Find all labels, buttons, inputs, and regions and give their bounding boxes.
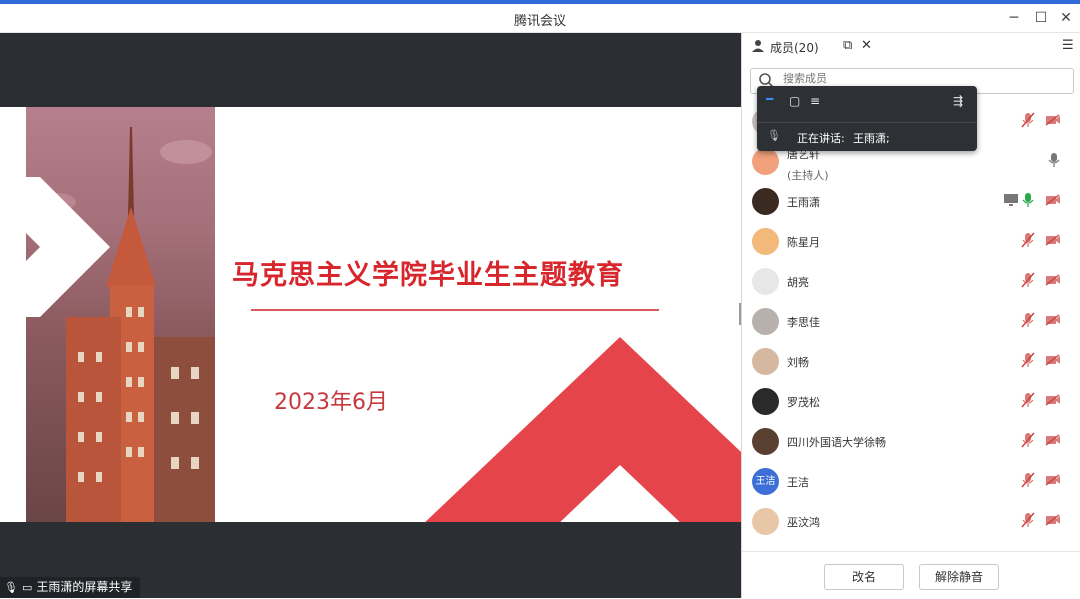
members-icon (752, 40, 764, 52)
panel-footer: 改名 解除静音 (742, 551, 1080, 599)
member-row[interactable]: 罗茂松 (742, 381, 1080, 421)
mic-icon[interactable] (1047, 152, 1061, 168)
member-row[interactable]: 四川外国语大学徐畅 (742, 421, 1080, 461)
slide-divider (251, 309, 659, 311)
mic-muted-icon[interactable] (1021, 392, 1035, 408)
member-name: 巫汶鸿 (787, 516, 820, 529)
search-input[interactable] (781, 72, 1065, 86)
mic-muted-icon[interactable] (1021, 432, 1035, 448)
member-row[interactable]: 李思佳 (742, 301, 1080, 341)
member-name: 王雨潇 (787, 196, 820, 209)
floating-toolbar: ━ ▢ ≡ ⇶ 🎙 正在讲话: 王雨潇; (757, 86, 977, 151)
maximize-icon[interactable]: ☐ (1030, 8, 1052, 28)
rename-button[interactable]: 改名 (824, 564, 904, 590)
camera-off-icon[interactable] (1045, 434, 1061, 446)
shared-screen: 马克思主义学院毕业生主题教育 2023年6月 (0, 33, 741, 598)
avatar (752, 388, 779, 415)
member-name: 陈星月 (787, 236, 820, 249)
microphone-icon: 🎙 (4, 581, 18, 594)
member-row[interactable]: 巫汶鸿 (742, 501, 1080, 541)
unmute-all-button[interactable]: 解除静音 (919, 564, 999, 590)
panel-header: 成员(20) ⧉ ✕ ☰ (742, 33, 1080, 61)
member-row[interactable]: 王雨潇 (742, 181, 1080, 221)
presentation-slide: 马克思主义学院毕业生主题教育 2023年6月 (0, 107, 741, 522)
mic-muted-icon[interactable] (1021, 272, 1035, 288)
expand-icon[interactable]: ⇶ (953, 94, 963, 108)
member-row[interactable]: 陈星月 (742, 221, 1080, 261)
member-name: 胡亮 (787, 276, 809, 289)
avatar (752, 428, 779, 455)
mic-icon: 🎙 (767, 129, 781, 142)
chevron-shape (0, 177, 110, 317)
member-name: 四川外国语大学徐畅 (787, 436, 886, 449)
member-name: 李思佳 (787, 316, 820, 329)
member-row[interactable]: 胡亮 (742, 261, 1080, 301)
speaking-indicator: 🎙 正在讲话: 王雨潇; (757, 122, 977, 151)
slide-date: 2023年6月 (274, 390, 388, 415)
mic-muted-icon[interactable] (1021, 512, 1035, 528)
close-panel-icon[interactable]: ✕ (861, 38, 872, 53)
red-triangle-shape (425, 337, 741, 522)
window-mode-icon[interactable]: ▢ (789, 94, 800, 108)
avatar (752, 148, 779, 175)
avatar (752, 348, 779, 375)
mic-muted-icon[interactable] (1021, 232, 1035, 248)
avatar (752, 268, 779, 295)
camera-off-icon[interactable] (1045, 314, 1061, 326)
window-title: 腾讯会议 (513, 14, 566, 29)
member-name: 罗茂松 (787, 396, 820, 409)
speaking-name: 王雨潇; (853, 132, 890, 145)
member-name: 王洁 (787, 476, 809, 489)
member-name: 刘畅 (787, 356, 809, 369)
camera-off-icon[interactable] (1045, 234, 1061, 246)
avatar (752, 308, 779, 335)
popout-icon[interactable]: ⧉ (843, 38, 852, 53)
members-title: 成员(20) (770, 41, 819, 55)
share-status-label: 王雨潇的屏幕共享 (36, 580, 133, 594)
minimize-float-icon[interactable]: ━ (766, 92, 773, 106)
screen-share-icon: ▭ (21, 581, 33, 594)
mic-muted-icon[interactable] (1021, 352, 1035, 368)
minimize-icon[interactable]: ─ (1003, 8, 1025, 28)
member-row[interactable]: 王洁 王洁 (742, 461, 1080, 501)
camera-off-icon[interactable] (1045, 274, 1061, 286)
screen-share-indicator[interactable]: 🎙 ▭ 王雨潇的屏幕共享 (0, 577, 141, 598)
mic-muted-icon[interactable] (1021, 112, 1035, 128)
avatar (752, 228, 779, 255)
camera-off-icon[interactable] (1045, 354, 1061, 366)
member-row[interactable]: 刘畅 (742, 341, 1080, 381)
camera-off-icon[interactable] (1045, 194, 1061, 206)
avatar (752, 188, 779, 215)
menu-icon[interactable]: ☰ (1062, 38, 1074, 53)
camera-off-icon[interactable] (1045, 474, 1061, 486)
speaking-label: 正在讲话: (797, 132, 845, 145)
mic-muted-icon[interactable] (1021, 472, 1035, 488)
slide-title: 马克思主义学院毕业生主题教育 (232, 260, 624, 291)
camera-off-icon[interactable] (1045, 114, 1061, 126)
avatar: 王洁 (752, 468, 779, 495)
list-mode-icon[interactable]: ≡ (810, 94, 820, 108)
close-icon[interactable]: ✕ (1055, 8, 1077, 28)
mic-muted-icon[interactable] (1021, 312, 1035, 328)
screen-share-icon (1004, 194, 1018, 206)
camera-off-icon[interactable] (1045, 394, 1061, 406)
title-bar: 腾讯会议 ─ ☐ ✕ (0, 4, 1080, 33)
mic-icon[interactable] (1021, 192, 1035, 208)
avatar (752, 508, 779, 535)
camera-off-icon[interactable] (1045, 514, 1061, 526)
